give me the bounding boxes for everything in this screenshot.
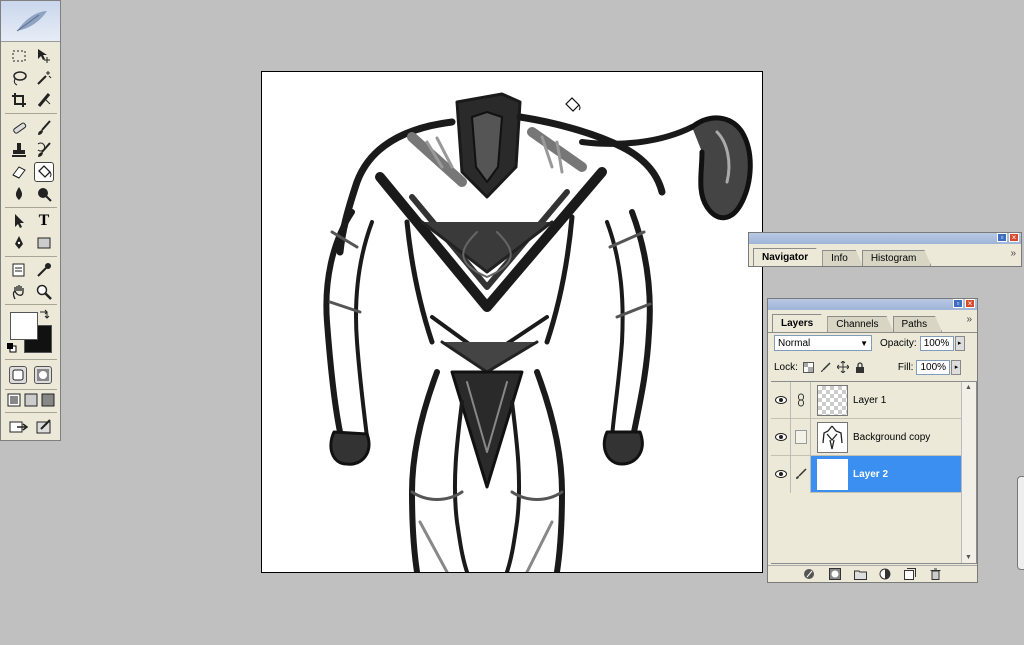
layers-close-icon[interactable]: × [965, 299, 975, 308]
magic-wand-tool-icon[interactable] [34, 68, 54, 88]
layers-titlebar[interactable]: ▫ × [768, 299, 977, 310]
fill-field[interactable]: 100% [916, 359, 951, 375]
tab-layers[interactable]: Layers [772, 314, 828, 332]
blend-mode-select[interactable]: Normal ▼ [774, 335, 872, 351]
eraser-tool-icon[interactable] [9, 162, 29, 182]
eye-icon[interactable] [771, 381, 791, 419]
move-tool-icon[interactable] [34, 46, 54, 66]
jump-to-imageready-icon[interactable] [9, 417, 29, 437]
layer-name: Layer 2 [853, 468, 889, 480]
shape-tool-icon[interactable] [34, 233, 54, 253]
tab-info[interactable]: Info [822, 250, 863, 266]
layers-menu-icon[interactable]: » [966, 314, 972, 325]
layer-thumbnail [817, 421, 848, 453]
layer-thumbnail [817, 458, 848, 490]
lock-transparent-icon[interactable] [803, 361, 815, 373]
layer-name: Background copy [853, 431, 931, 443]
layer-row-background-copy[interactable]: Background copy [771, 418, 962, 456]
dodge-tool-icon[interactable] [34, 184, 54, 204]
navigator-titlebar[interactable]: ▫ × [749, 233, 1021, 244]
layer-mask-icon[interactable] [828, 568, 842, 580]
layer-row-layer-2[interactable]: Layer 2 [771, 455, 962, 493]
layer-row-layer-1[interactable]: Layer 1 [771, 381, 962, 419]
type-tool-icon[interactable]: T [34, 211, 54, 231]
trash-icon[interactable] [928, 568, 942, 580]
toolbox-panel: T [0, 0, 61, 441]
adjustment-layer-icon[interactable] [878, 568, 892, 580]
paint-bucket-tool-icon[interactable] [34, 162, 54, 182]
opacity-slider-arrow-icon[interactable]: ▸ [954, 335, 965, 351]
document-canvas[interactable] [261, 71, 763, 573]
brush-active-icon[interactable] [791, 455, 811, 493]
healing-brush-tool-icon[interactable] [9, 118, 29, 138]
fill-label: Fill: [897, 361, 914, 373]
history-brush-tool-icon[interactable] [34, 140, 54, 160]
offscreen-panel-edge[interactable] [1017, 476, 1024, 570]
tab-channels[interactable]: Channels [827, 316, 893, 332]
full-screen-mode-icon[interactable] [40, 392, 56, 408]
lock-position-icon[interactable] [836, 361, 849, 373]
fill-slider-arrow-icon[interactable]: ▸ [951, 359, 962, 375]
eye-icon[interactable] [771, 455, 791, 493]
zoom-tool-icon[interactable] [34, 282, 54, 302]
scroll-down-icon[interactable]: ▼ [965, 554, 972, 561]
full-screen-menu-mode-icon[interactable] [23, 392, 39, 408]
new-group-icon[interactable] [853, 568, 867, 580]
type-tool-glyph: T [38, 212, 50, 229]
link-empty-box[interactable] [791, 418, 811, 456]
tab-paths[interactable]: Paths [893, 316, 943, 332]
eye-icon[interactable] [771, 418, 791, 456]
pen-tool-icon[interactable] [9, 233, 29, 253]
notes-tool-icon[interactable] [9, 260, 29, 280]
standard-mode-icon[interactable] [9, 366, 27, 384]
blend-mode-value: Normal [778, 337, 811, 349]
standard-screen-mode-icon[interactable] [6, 392, 22, 408]
edit-in-imageready-icon[interactable] [34, 417, 54, 437]
navigator-close-icon[interactable]: × [1009, 233, 1019, 242]
marquee-tool-icon[interactable] [9, 46, 29, 66]
blur-tool-icon[interactable] [9, 184, 29, 204]
layer-name: Layer 1 [853, 394, 887, 406]
crop-tool-icon[interactable] [9, 90, 29, 110]
eyedropper-tool-icon[interactable] [34, 260, 54, 280]
lock-all-icon[interactable] [854, 361, 866, 373]
navigator-palette: ▫ × Navigator Info Histogram » [748, 232, 1022, 267]
lasso-tool-icon[interactable] [9, 68, 29, 88]
toolbox-header[interactable] [1, 1, 60, 42]
layer-list: Layer 1 Background copy Layer 2 ▲ ▼ [771, 381, 977, 564]
default-colors-icon[interactable] [7, 343, 17, 353]
paint-bucket-cursor-icon [565, 97, 581, 112]
layer-thumbnail [817, 384, 848, 416]
clone-stamp-tool-icon[interactable] [9, 140, 29, 160]
scroll-up-icon[interactable]: ▲ [965, 384, 972, 391]
layer-style-icon[interactable] [803, 568, 817, 580]
layer-list-scrollbar[interactable]: ▲ ▼ [961, 382, 976, 563]
hand-tool-icon[interactable] [9, 282, 29, 302]
navigator-menu-icon[interactable]: » [1010, 248, 1016, 259]
link-icon[interactable] [791, 381, 811, 419]
path-selection-tool-icon[interactable] [9, 211, 29, 231]
chevron-down-icon: ▼ [860, 338, 868, 348]
new-layer-icon[interactable] [903, 568, 917, 580]
opacity-field[interactable]: 100% [919, 335, 954, 351]
foreground-color-swatch[interactable] [10, 312, 38, 340]
opacity-label: Opacity: [880, 337, 917, 349]
swap-colors-icon[interactable] [37, 307, 51, 321]
armored-figure-sketch [323, 92, 753, 572]
feather-logo-icon [16, 11, 47, 32]
quick-mask-mode-icon[interactable] [34, 366, 52, 384]
tab-histogram[interactable]: Histogram [862, 250, 932, 266]
tab-navigator[interactable]: Navigator [753, 248, 823, 266]
navigator-minimize-icon[interactable]: ▫ [997, 233, 1007, 242]
brush-tool-icon[interactable] [34, 118, 54, 138]
layers-minimize-icon[interactable]: ▫ [953, 299, 963, 308]
layers-palette: ▫ × Layers Channels Paths » Normal ▼ Opa… [767, 298, 978, 583]
lock-label: Lock: [774, 361, 798, 373]
layers-footer [768, 565, 977, 582]
slice-tool-icon[interactable] [34, 90, 54, 110]
lock-image-icon[interactable] [820, 361, 832, 373]
